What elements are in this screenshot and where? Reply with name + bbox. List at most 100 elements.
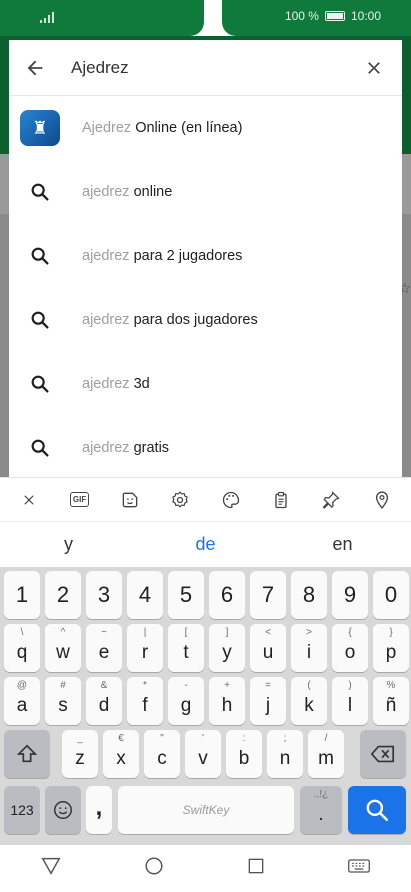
space-key[interactable]: SwiftKey (118, 786, 294, 834)
key-k[interactable]: (k (291, 677, 327, 725)
key-5[interactable]: 5 (168, 571, 204, 619)
key-label: m (318, 748, 334, 769)
key-alt-symbol: * (143, 680, 147, 691)
key-c[interactable]: " c (144, 730, 180, 778)
status-bar: 100 % 10:00 (0, 0, 411, 36)
search-icon (366, 799, 389, 822)
key-d[interactable]: & d (86, 677, 122, 725)
search-input[interactable] (61, 57, 346, 78)
key-n[interactable]: ; n (267, 730, 303, 778)
key-2[interactable]: 2 (45, 571, 81, 619)
suggestion-query-prefix: ajedrez (82, 248, 130, 264)
key-alt-symbol: " (160, 733, 164, 744)
key-label: b (238, 748, 250, 769)
key-b[interactable]: :b (226, 730, 262, 778)
key-p[interactable]: } p (373, 624, 409, 672)
key-alt-symbol: ) (348, 680, 352, 691)
key-h[interactable]: + h (209, 677, 245, 725)
key-label: c (157, 748, 167, 769)
key-f[interactable]: * f (127, 677, 163, 725)
query-suggestion[interactable]: ajedrez para dos jugadores (9, 288, 402, 352)
clear-search-button[interactable] (346, 40, 402, 96)
recents-nav-button[interactable] (246, 856, 266, 881)
key-1[interactable]: 1 (4, 571, 40, 619)
suggestion-text: ajedrez para 2 jugadores (71, 248, 242, 264)
key-j[interactable]: = j (250, 677, 286, 725)
keyboard-nav-button[interactable] (347, 856, 371, 881)
key-label: l (347, 695, 353, 716)
clipboard-button[interactable] (266, 485, 296, 515)
key-v[interactable]: ' v (185, 730, 221, 778)
theme-button[interactable] (216, 485, 246, 515)
key-e[interactable]: ~ e (86, 624, 122, 672)
query-suggestion[interactable]: ajedrez gratis (9, 416, 402, 480)
close-keyboard-toolbar-button[interactable] (14, 485, 44, 515)
emoji-key[interactable] (45, 786, 81, 834)
key-g[interactable]: -g (168, 677, 204, 725)
prediction-bar: y de en (0, 521, 411, 567)
symbols-key[interactable]: 123 (4, 786, 40, 834)
key-label: v (198, 748, 208, 769)
key-9[interactable]: 9 (332, 571, 368, 619)
key-i[interactable]: > i (291, 624, 327, 672)
app-suggestion[interactable]: ♜ Ajedrez Online (en línea) (9, 96, 402, 160)
key-alt-symbol: \ (20, 627, 24, 638)
settings-button[interactable] (165, 485, 195, 515)
query-suggestion[interactable]: ajedrez 3d (9, 352, 402, 416)
prediction-left[interactable]: y (0, 534, 137, 555)
query-suggestion[interactable]: ajedrez para 2 jugadores (9, 224, 402, 288)
key-label: 6 (220, 582, 234, 607)
search-bar (9, 40, 402, 96)
comma-key[interactable]: , (86, 786, 112, 834)
key-4[interactable]: 4 (127, 571, 163, 619)
period-key[interactable]: .,!¿. (300, 786, 342, 834)
key-y[interactable]: ] y (209, 624, 245, 672)
back-button[interactable] (9, 40, 61, 96)
key-7[interactable]: 7 (250, 571, 286, 619)
key-w[interactable]: ^ w (45, 624, 81, 672)
home-nav-button[interactable] (143, 855, 165, 882)
gif-icon: GIF (69, 492, 90, 507)
key-x[interactable]: € x (103, 730, 139, 778)
key-q[interactable]: \ q (4, 624, 40, 672)
location-icon (375, 490, 388, 509)
query-suggestion[interactable]: ajedrez online (9, 160, 402, 224)
prediction-center[interactable]: de (137, 534, 274, 555)
key-l[interactable]: ) l (332, 677, 368, 725)
key-r[interactable]: | r (127, 624, 163, 672)
gif-button[interactable]: GIF (65, 485, 95, 515)
key-alt-symbol: { (348, 627, 352, 638)
key-m[interactable]: / m (308, 730, 344, 778)
key-3[interactable]: 3 (86, 571, 122, 619)
search-enter-key[interactable] (348, 786, 406, 834)
suggestion-query-prefix: ajedrez (82, 312, 130, 328)
suggestion-completion: online (129, 184, 173, 200)
pin-button[interactable] (316, 485, 346, 515)
status-bar-left (0, 0, 204, 36)
key-a[interactable]: @ a (4, 677, 40, 725)
key-0[interactable]: 0 (373, 571, 409, 619)
key-8[interactable]: 8 (291, 571, 327, 619)
key-z[interactable]: _ z (62, 730, 98, 778)
key-u[interactable]: < u (250, 624, 286, 672)
prediction-right[interactable]: en (274, 534, 411, 555)
close-icon (24, 494, 34, 505)
battery-percent: 100 % (284, 9, 319, 23)
backspace-key[interactable] (360, 730, 406, 778)
key-label: q (16, 642, 28, 663)
shift-key[interactable] (4, 730, 50, 778)
location-button[interactable] (367, 485, 397, 515)
key-ñ[interactable]: % ñ (373, 677, 409, 725)
back-nav-button[interactable] (40, 855, 62, 882)
circle-home-icon (145, 857, 163, 875)
key-label: . (318, 804, 324, 825)
key-s[interactable]: # s (45, 677, 81, 725)
key-label: e (98, 642, 110, 663)
key-alt-symbol: + (224, 680, 230, 691)
key-o[interactable]: {o (332, 624, 368, 672)
key-t[interactable]: [t (168, 624, 204, 672)
key-6[interactable]: 6 (209, 571, 245, 619)
pin-icon (323, 490, 341, 509)
sticker-button[interactable] (115, 485, 145, 515)
key-label: , (95, 794, 103, 821)
